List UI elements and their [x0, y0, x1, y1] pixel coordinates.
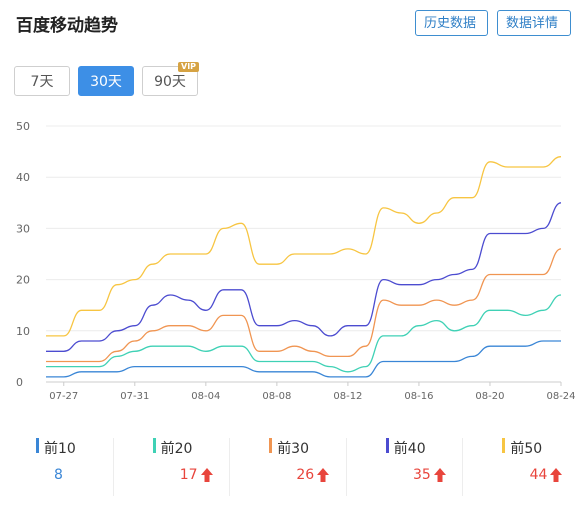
- range-30-days-button[interactable]: 30天: [78, 66, 134, 96]
- legend-divider: [345, 438, 347, 496]
- series-line-5: [45, 156, 562, 337]
- legend-value: 35: [412, 467, 431, 483]
- legend-value: 8: [54, 467, 63, 483]
- legend-value: 17: [179, 467, 198, 483]
- page-title: 百度移动趋势: [16, 16, 118, 36]
- trend-up-arrow-icon: [433, 468, 446, 482]
- legend-name: 前10: [44, 441, 76, 457]
- series-line-4: [46, 202, 562, 352]
- x-tick-label: 07-27: [49, 391, 78, 402]
- y-tick-label: 20: [16, 274, 30, 287]
- history-data-button[interactable]: 历史数据: [415, 10, 488, 36]
- legend-item: 前10 8: [0, 432, 116, 496]
- legend-color-marker: [502, 438, 506, 453]
- x-tick-label: 08-20: [475, 391, 504, 402]
- y-tick-label: 0: [16, 376, 23, 389]
- legend-color-marker: [269, 438, 273, 453]
- legend-name: 前40: [393, 441, 426, 457]
- y-tick-label: 30: [16, 222, 30, 235]
- legend-name: 前30: [277, 441, 310, 457]
- legend-value: 26: [296, 467, 315, 483]
- series-line-2: [46, 294, 562, 373]
- chart-legend: 前10 8 前20 17 前30 26 前40 35 前50 44: [0, 432, 583, 496]
- legend-divider: [229, 438, 231, 496]
- x-tick-label: 08-24: [546, 391, 575, 402]
- legend-item: 前40 35: [350, 432, 466, 496]
- trend-up-arrow-icon: [317, 468, 330, 482]
- legend-name: 前20: [160, 441, 193, 457]
- series-line-3: [46, 248, 562, 363]
- legend-color-marker: [385, 438, 389, 453]
- x-tick-label: 08-12: [333, 391, 362, 402]
- trend-line-chart: 0 10 20 30 40 50 07-27 07-31 08-04 08-08 08-12 08-1…: [16, 120, 576, 402]
- legend-color-marker: [36, 438, 39, 453]
- legend-divider: [462, 438, 464, 496]
- legend-value: 44: [529, 467, 548, 483]
- trend-up-arrow-icon: [200, 468, 213, 482]
- data-details-button[interactable]: 数据详情: [497, 10, 571, 36]
- y-tick-label: 40: [16, 171, 30, 184]
- legend-item: 前20 17: [117, 432, 233, 496]
- trend-up-arrow-icon: [550, 468, 563, 482]
- x-tick-label: 07-31: [120, 391, 149, 402]
- vip-badge: VIP: [178, 62, 200, 72]
- y-tick-label: 10: [16, 325, 30, 338]
- x-tick-label: 08-04: [191, 391, 220, 402]
- range-7-days-button[interactable]: 7天: [14, 66, 70, 96]
- legend-color-marker: [152, 438, 156, 453]
- legend-item: 前50 44: [466, 432, 582, 496]
- x-tick-label: 08-08: [262, 391, 291, 402]
- legend-item: 前30 26: [233, 432, 349, 496]
- y-tick-label: 50: [16, 120, 30, 133]
- x-tick-label: 08-16: [404, 391, 433, 402]
- legend-divider: [112, 438, 114, 496]
- legend-name: 前50: [510, 441, 543, 457]
- series-line-1: [45, 340, 561, 378]
